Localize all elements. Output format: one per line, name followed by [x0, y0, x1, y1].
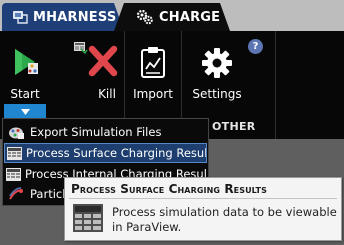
- start-icon: [8, 35, 42, 79]
- tooltip-title: Process Surface Charging Results: [71, 182, 267, 196]
- menu-item-export-simulation-files[interactable]: Export Simulation Files: [4, 122, 207, 142]
- particle-icon: [6, 187, 26, 201]
- kill-icon: [88, 45, 118, 77]
- import-button[interactable]: Import: [128, 35, 178, 121]
- group-label-other: OTHER: [212, 120, 256, 133]
- menu-item-process-surface-charging-results[interactable]: Process Surface Charging Results: [4, 143, 207, 163]
- harness-icon: [12, 10, 28, 24]
- import-label: Import: [133, 87, 173, 101]
- settings-button[interactable]: Settings: [186, 35, 248, 121]
- settings-label: Settings: [192, 87, 242, 101]
- settings-icon: [201, 35, 233, 79]
- tab-strip: MHARNESS CHARGE: [0, 0, 344, 31]
- start-dropdown-button[interactable]: [4, 104, 46, 119]
- help-button[interactable]: ?: [248, 39, 263, 54]
- start-label: Start: [10, 87, 40, 101]
- caret-down-icon: [20, 108, 30, 115]
- kill-label: Kill: [98, 87, 116, 101]
- menu-item-label: Process Surface Charging Results: [26, 146, 207, 160]
- tooltip: Process Surface Charging Results Process…: [64, 177, 342, 241]
- gears-icon: [136, 9, 154, 25]
- table-icon: [7, 146, 22, 160]
- help-icon: ?: [252, 41, 259, 52]
- kill-button[interactable]: Kill: [72, 35, 120, 121]
- tooltip-body: Process simulation data to be viewable i…: [112, 205, 337, 234]
- ribbon-divider: [275, 31, 276, 139]
- table-icon: [73, 204, 103, 236]
- tab-mharness[interactable]: MHARNESS: [2, 3, 124, 31]
- kill-icon-wrap: [74, 35, 118, 79]
- tab-charge[interactable]: CHARGE: [114, 3, 230, 31]
- menu-item-label: Export Simulation Files: [30, 125, 162, 139]
- export-icon: [6, 126, 26, 139]
- tab-charge-label: CHARGE: [159, 9, 221, 25]
- table-icon: [6, 167, 21, 181]
- import-icon: [138, 35, 168, 79]
- tooltip-divider: [69, 198, 337, 199]
- small-table-icon: [74, 42, 88, 55]
- tab-mharness-label: MHARNESS: [33, 9, 117, 25]
